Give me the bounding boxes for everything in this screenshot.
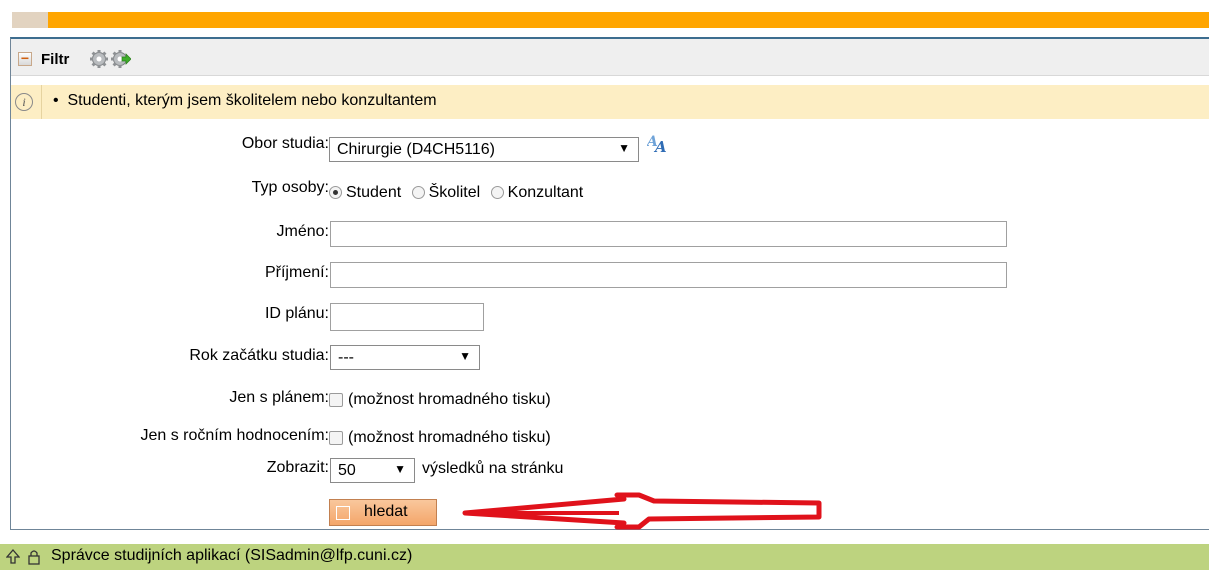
filter-header: − Filtr — [11, 39, 1209, 76]
rok-label: Rok začátku studia: — [189, 347, 329, 364]
chevron-down-icon: ▼ — [618, 141, 630, 155]
radio-skolitel[interactable] — [411, 186, 425, 200]
info-icon: i — [15, 93, 33, 111]
red-arrow-annotation — [462, 492, 822, 530]
radio-konzultant-label: Konzultant — [507, 184, 584, 201]
rocni-note: (možnost hromadného tisku) — [348, 429, 551, 446]
chevron-down-icon: ▼ — [459, 349, 471, 363]
rok-value: --- — [338, 349, 354, 366]
jmeno-input[interactable] — [330, 221, 1007, 247]
typ-radio-group: Student Školitel Konzultant — [329, 184, 583, 202]
radio-student-label: Student — [346, 184, 402, 201]
footer-text: Správce studijních aplikací (SISadmin@lf… — [51, 547, 413, 564]
top-bar — [12, 12, 1209, 28]
magnifier-icon — [336, 506, 350, 520]
jmeno-label: Jméno: — [276, 223, 329, 240]
top-bar-stub — [12, 12, 48, 28]
prijmeni-label: Příjmení: — [264, 264, 329, 281]
up-arrow-icon[interactable] — [6, 549, 20, 565]
id-planu-label: ID plánu: — [264, 305, 329, 322]
plan-label: Jen s plánem: — [229, 389, 329, 406]
svg-text:A: A — [653, 138, 667, 155]
radio-konzultant[interactable] — [490, 186, 504, 200]
plan-note: (možnost hromadného tisku) — [348, 391, 551, 408]
plan-option: (možnost hromadného tisku) — [329, 391, 551, 409]
zobrazit-suffix: výsledků na stránku — [422, 460, 564, 477]
info-separator — [41, 85, 42, 119]
search-button[interactable]: hledat — [329, 499, 437, 526]
collapse-icon[interactable]: − — [18, 51, 32, 66]
id-planu-input[interactable] — [330, 303, 484, 331]
chevron-down-icon: ▼ — [394, 462, 406, 476]
gear-arrow-icon[interactable] — [111, 49, 131, 69]
search-button-label: hledat — [364, 503, 408, 520]
obor-value: Chirurgie (D4CH5116) — [337, 141, 495, 158]
filter-title: Filtr — [41, 51, 70, 68]
plan-checkbox[interactable] — [329, 392, 343, 407]
info-text: • Studenti, kterým jsem školitelem nebo … — [53, 92, 437, 110]
zobrazit-select[interactable]: 50 ▼ — [330, 458, 415, 483]
rok-select[interactable]: --- ▼ — [330, 345, 480, 370]
info-row: i • Studenti, kterým jsem školitelem neb… — [11, 85, 1209, 119]
typ-label: Typ osoby: — [251, 179, 329, 196]
filter-panel: − Filtr i • Studenti, kterým jsem školit… — [10, 37, 1209, 530]
zobrazit-label: Zobrazit: — [266, 459, 329, 476]
zobrazit-value: 50 — [338, 462, 356, 479]
footer-bar: Správce studijních aplikací (SISadmin@lf… — [0, 544, 1209, 570]
gear-icon[interactable] — [89, 49, 109, 69]
rocni-option: (možnost hromadného tisku) — [329, 429, 551, 447]
info-bullet: • — [53, 92, 59, 109]
lock-icon — [28, 550, 40, 565]
rocni-label: Jen s ročním hodnocením: — [140, 427, 329, 444]
prijmeni-input[interactable] — [330, 262, 1007, 288]
translate-icon[interactable]: A A — [647, 131, 671, 155]
info-message: Studenti, kterým jsem školitelem nebo ko… — [67, 92, 437, 109]
radio-student[interactable] — [329, 186, 342, 200]
radio-skolitel-label: Školitel — [428, 184, 481, 201]
obor-select[interactable]: Chirurgie (D4CH5116) ▼ — [329, 137, 639, 162]
obor-label: Obor studia: — [241, 135, 329, 152]
rocni-checkbox[interactable] — [329, 430, 343, 445]
